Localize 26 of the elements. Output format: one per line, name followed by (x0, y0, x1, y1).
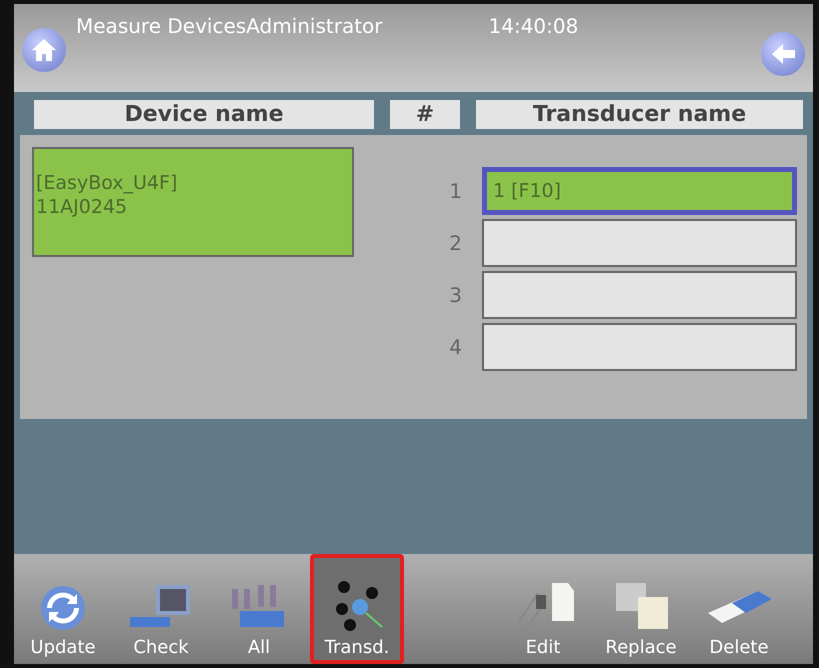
column-header: Transducer name (476, 100, 803, 129)
toolbar-button[interactable]: Check (114, 554, 208, 664)
toolbar-button[interactable]: Edit (496, 554, 590, 664)
home-icon (31, 38, 57, 62)
home-button[interactable] (22, 28, 66, 72)
transducer-slot[interactable] (482, 323, 797, 371)
row-number: 2 (448, 231, 462, 255)
row-number: 1 (448, 179, 462, 203)
device-item[interactable]: [EasyBox_U4F] 11AJ0245 (32, 147, 354, 257)
transducer-slot[interactable] (482, 219, 797, 267)
toolbar-button[interactable]: Update (16, 554, 110, 664)
toolbar-button[interactable]: Replace (594, 554, 688, 664)
row-number: 4 (448, 335, 462, 359)
back-arrow-icon (770, 42, 796, 66)
transducer-slot[interactable]: 1 [F10] (482, 167, 797, 215)
toolbar-button[interactable]: Transd. (310, 554, 404, 664)
window-title: Measure DevicesAdministrator (76, 14, 383, 38)
toolbar-button[interactable]: All (212, 554, 306, 664)
column-header: Device name (34, 100, 374, 129)
clock-time: 14:40:08 (488, 14, 578, 38)
transducer-slot[interactable] (482, 271, 797, 319)
toolbar-button[interactable]: Delete (692, 554, 786, 664)
row-number: 3 (448, 283, 462, 307)
back-button[interactable] (761, 32, 805, 76)
refresh-icon (38, 583, 88, 633)
column-header: # (390, 100, 460, 129)
